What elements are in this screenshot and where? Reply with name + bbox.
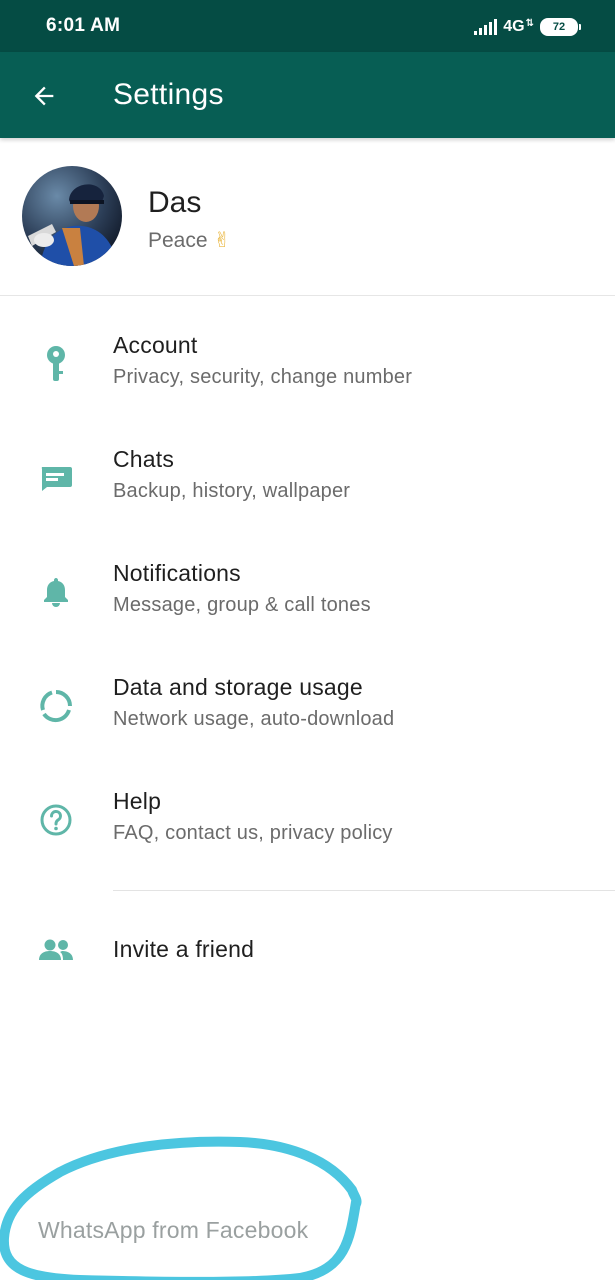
settings-screen: 6:01 AM 4G⇅ 72 Settings Das Peace ✌ Acco… [0, 0, 615, 1280]
invite-label: Invite a friend [113, 936, 255, 962]
footer-text: WhatsApp from Facebook [38, 1217, 309, 1243]
menu-subtitle: Network usage, auto-download [113, 708, 395, 730]
signal-icon [474, 19, 498, 35]
people-icon [36, 930, 76, 970]
menu-title: Help [113, 788, 162, 814]
menu-subtitle: Backup, history, wallpaper [113, 480, 351, 502]
menu-item-notifications[interactable]: Notifications Message, group & call tone… [0, 538, 615, 652]
menu-item-account[interactable]: Account Privacy, security, change number [0, 310, 615, 424]
back-button[interactable] [22, 74, 66, 118]
battery-level: 72 [540, 18, 578, 36]
status-indicators: 4G⇅ 72 [474, 16, 581, 38]
menu-title: Chats [113, 446, 175, 472]
menu-item-chats[interactable]: Chats Backup, history, wallpaper [0, 424, 615, 538]
menu-subtitle: Message, group & call tones [113, 594, 371, 616]
menu-item-help[interactable]: Help FAQ, contact us, privacy policy [0, 766, 615, 880]
arrow-back-icon [34, 86, 54, 106]
profile-name: Das [148, 186, 202, 219]
page-title: Settings [113, 78, 224, 111]
bell-icon [36, 572, 76, 612]
profile-row[interactable]: Das Peace ✌ [0, 138, 615, 296]
battery-icon: 72 [540, 18, 581, 36]
menu-item-data-storage[interactable]: Data and storage usage Network usage, au… [0, 652, 615, 766]
app-bar: Settings [0, 52, 615, 138]
help-icon [36, 800, 76, 840]
status-time: 6:01 AM [46, 15, 121, 36]
avatar[interactable] [22, 166, 122, 266]
data-usage-icon [36, 686, 76, 726]
profile-status: Peace ✌ [148, 229, 231, 252]
menu-subtitle: Privacy, security, change number [113, 366, 413, 388]
key-icon [36, 344, 76, 384]
chat-icon [36, 458, 76, 498]
menu-subtitle: FAQ, contact us, privacy policy [113, 822, 393, 844]
menu-item-invite[interactable]: Invite a friend [0, 902, 615, 996]
annotation-scribble [0, 1136, 362, 1280]
menu-title: Account [113, 332, 198, 358]
menu-title: Notifications [113, 560, 241, 586]
menu-title: Data and storage usage [113, 674, 363, 700]
victory-hand-icon: ✌ [213, 229, 231, 252]
status-bar: 6:01 AM 4G⇅ 72 [0, 0, 615, 52]
network-label: 4G⇅ [503, 18, 534, 35]
divider [113, 890, 615, 891]
